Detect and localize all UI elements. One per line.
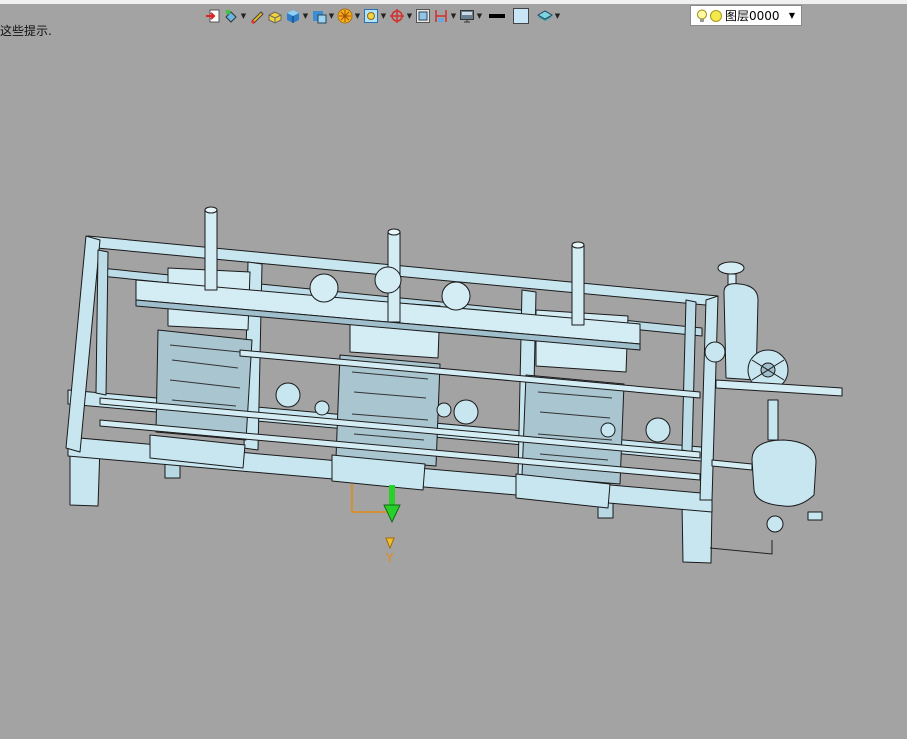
axis-triad: Y	[351, 484, 401, 565]
machine-assembly	[65, 206, 843, 564]
y-axis-label: Y	[385, 551, 394, 565]
model-viewport[interactable]: Y	[0, 0, 907, 739]
tank-assembly	[709, 261, 843, 555]
